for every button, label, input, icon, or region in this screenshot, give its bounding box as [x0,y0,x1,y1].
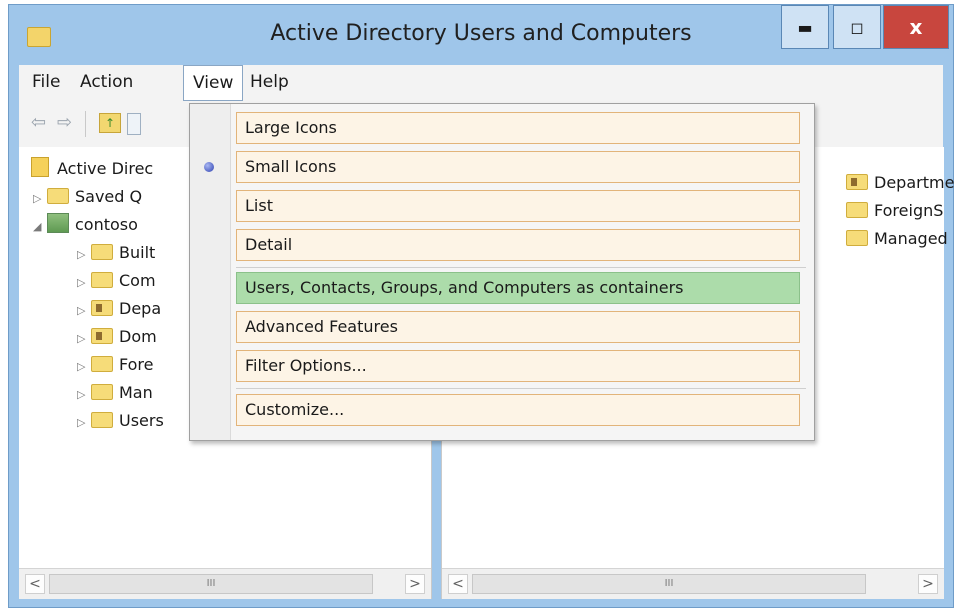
scroll-right-icon[interactable]: > [918,574,938,594]
menu-separator [236,388,806,389]
ou-icon [846,174,868,190]
tree-item-label: Man [119,383,153,402]
expand-arrow-icon[interactable]: ▷ [77,381,91,409]
tree-item-users[interactable]: ▷ Users [77,407,164,435]
close-icon: x [909,15,923,39]
horizontal-scrollbar[interactable]: < III > [19,568,431,599]
toolbar-separator [85,111,86,137]
scroll-thumb[interactable]: III [472,574,866,594]
menu-file[interactable]: File [23,65,69,99]
list-item-label: ForeignS [874,201,944,220]
menu-view[interactable]: View [183,65,244,101]
menu-item-small-icons[interactable]: Small Icons [236,151,800,183]
tree-item-label: Built [119,243,156,262]
tree-item-builtin[interactable]: ▷ Built [77,239,155,267]
tree-item-departments[interactable]: ▷ Depa [77,295,161,323]
tree-item-label: Depa [119,299,162,318]
scroll-left-icon[interactable]: < [25,574,45,594]
list-item-label: Managed [874,229,948,248]
tree-item-domain[interactable]: ◢ contoso [33,211,138,239]
tree-item-label: Fore [119,355,154,374]
domain-icon [47,213,69,233]
list-item-label: Departme [874,173,955,192]
view-menu-dropdown: Large Icons Small Icons List Detail User… [189,103,815,441]
tree-item-domain-controllers[interactable]: ▷ Dom [77,323,157,351]
minimize-icon: ▬ [797,17,813,37]
menu-item-detail[interactable]: Detail [236,229,800,261]
maximize-button[interactable]: ◻ [833,5,881,49]
tree-item-label: Dom [119,327,157,346]
ou-icon [91,328,113,344]
list-item[interactable]: Departme [846,169,954,197]
maximize-icon: ◻ [850,17,864,37]
tree-item-label: contoso [75,215,138,234]
back-arrow-icon[interactable]: ⇦ [31,114,53,132]
menu-item-list[interactable]: List [236,190,800,222]
tree-item-managed[interactable]: ▷ Man [77,379,153,407]
tree-item-root[interactable]: Active Direc [31,155,153,183]
expand-arrow-icon[interactable]: ▷ [77,241,91,269]
close-button[interactable]: x [883,5,949,49]
horizontal-scrollbar[interactable]: < III > [442,568,944,599]
scroll-left-icon[interactable]: < [448,574,468,594]
ou-icon [91,300,113,316]
menu-bar: File Action View Help [19,65,943,101]
expand-arrow-icon[interactable]: ▷ [77,297,91,325]
folder-icon [47,188,69,204]
up-folder-icon[interactable]: ↑ [99,113,121,133]
expand-arrow-icon[interactable]: ▷ [77,269,91,297]
menu-item-filter-options[interactable]: Filter Options... [236,350,800,382]
tree-item-label: Users [119,411,164,430]
menu-separator [236,267,806,268]
console-tree-icon[interactable] [127,113,141,135]
expand-arrow-icon[interactable]: ▷ [77,353,91,381]
menu-gutter [190,104,231,440]
tree-item-computers[interactable]: ▷ Com [77,267,156,295]
folder-icon [846,202,868,218]
list-item[interactable]: Managed [846,225,948,253]
forward-arrow-icon[interactable]: ⇨ [57,114,79,132]
tree-item-label: Active Direc [57,159,154,178]
expand-arrow-icon[interactable]: ▷ [77,409,91,437]
expand-arrow-icon[interactable]: ▷ [77,325,91,353]
menu-item-large-icons[interactable]: Large Icons [236,112,800,144]
menu-item-users-as-containers[interactable]: Users, Contacts, Groups, and Computers a… [236,272,800,304]
menu-item-advanced-features[interactable]: Advanced Features [236,311,800,343]
folder-icon [91,244,113,260]
menu-help[interactable]: Help [241,65,298,99]
tree-item-foreign-security[interactable]: ▷ Fore [77,351,154,379]
collapse-arrow-icon[interactable]: ◢ [33,213,47,241]
folder-icon [91,356,113,372]
menu-action[interactable]: Action [71,65,142,99]
expand-arrow-icon[interactable]: ▷ [33,185,47,213]
list-item[interactable]: ForeignS [846,197,943,225]
folder-icon [846,230,868,246]
folder-icon [91,272,113,288]
app-window: Active Directory Users and Computers ▬ ◻… [8,4,954,608]
ad-snapin-icon [31,157,49,177]
tree-item-saved-queries[interactable]: ▷ Saved Q [33,183,142,211]
scroll-right-icon[interactable]: > [405,574,425,594]
folder-icon [91,412,113,428]
scroll-thumb[interactable]: III [49,574,373,594]
title-bar[interactable]: Active Directory Users and Computers ▬ ◻… [9,5,953,65]
radio-selected-icon [204,162,214,172]
minimize-button[interactable]: ▬ [781,5,829,49]
tree-item-label: Saved Q [75,187,143,206]
tree-item-label: Com [119,271,156,290]
folder-icon [91,384,113,400]
menu-item-customize[interactable]: Customize... [236,394,800,426]
